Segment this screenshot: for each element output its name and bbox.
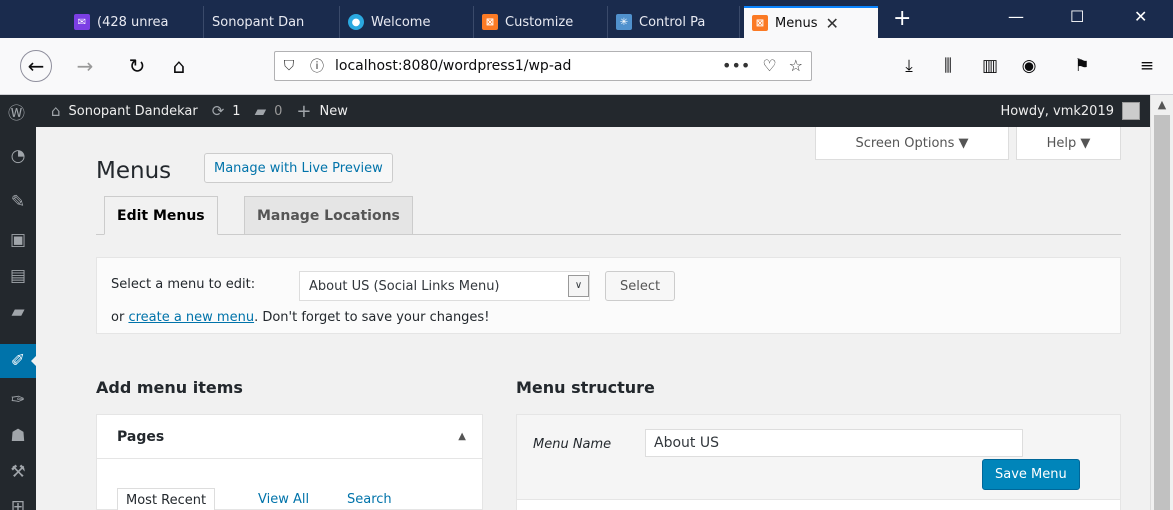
pages-accordion: Pages ▲ Most Recent View All Search bbox=[96, 414, 483, 510]
library-icon[interactable]: ⫼ bbox=[932, 50, 964, 82]
browser-tab-strip: ✉ (428 unrea Sonopant Dan ● Welcome ⊠ Cu… bbox=[0, 0, 1173, 38]
scrollbar-thumb[interactable] bbox=[1154, 115, 1170, 510]
download-icon[interactable]: ⤓ bbox=[893, 50, 925, 82]
save-menu-button[interactable]: Save Menu bbox=[982, 459, 1080, 490]
appearance-icon[interactable]: ✐ bbox=[0, 344, 37, 378]
home-icon: ⌂ bbox=[51, 102, 61, 120]
select-menu-panel: Select a menu to edit: About US (Social … bbox=[96, 257, 1121, 334]
browser-nav-bar: ← → ↻ ⌂ ⛉ ⓘ localhost:8080/wordpress1/wp… bbox=[0, 38, 1173, 95]
scroll-up-icon[interactable]: ▲ bbox=[1151, 95, 1173, 115]
close-window-icon[interactable]: ✕ bbox=[1134, 6, 1147, 28]
tab-search[interactable]: Search bbox=[347, 492, 392, 507]
tab-edit-menus[interactable]: Edit Menus bbox=[104, 196, 218, 235]
reload-icon[interactable]: ↻ bbox=[121, 50, 153, 82]
drupal-icon: ● bbox=[348, 14, 364, 30]
comments-icon[interactable]: ▰ bbox=[0, 295, 36, 329]
settings-icon[interactable]: ⊞ bbox=[0, 490, 36, 510]
tab-most-recent[interactable]: Most Recent bbox=[117, 488, 216, 510]
admin-bar-new[interactable]: + New bbox=[296, 101, 347, 122]
browser-tab-control-panel[interactable]: ✳ Control Pa bbox=[608, 6, 740, 38]
pages-title: Pages bbox=[117, 429, 165, 445]
admin-bar-updates[interactable]: ⟳ 1 bbox=[212, 102, 241, 120]
admin-bar-comments[interactable]: ▰ 0 bbox=[255, 102, 283, 120]
screen-options-button[interactable]: Screen Options ▼ bbox=[815, 127, 1009, 160]
posts-pin-icon[interactable]: ✎ bbox=[0, 185, 36, 219]
new-tab-icon[interactable]: + bbox=[893, 8, 911, 30]
page-actions-icon[interactable]: ••• bbox=[722, 56, 750, 75]
tab-manage-locations[interactable]: Manage Locations bbox=[244, 196, 413, 235]
extension-icon[interactable]: ⚑ bbox=[1066, 50, 1098, 82]
wp-admin-bar: Ⓦ ⌂ Sonopant Dandekar ⟳ 1 ▰ 0 + New Howd… bbox=[0, 95, 1150, 127]
tab-strip-left bbox=[0, 0, 66, 38]
close-tab-icon[interactable]: ✕ bbox=[825, 14, 838, 33]
address-bar[interactable]: ⛉ ⓘ localhost:8080/wordpress1/wp-ad ••• … bbox=[274, 51, 812, 81]
xampp-icon: ⊠ bbox=[482, 14, 498, 30]
browser-tab-menus[interactable]: ⊠ Menus ✕ bbox=[744, 6, 878, 38]
joomla-icon: ✳ bbox=[616, 14, 632, 30]
add-menu-items-heading: Add menu items bbox=[96, 378, 243, 397]
browser-tab-customize[interactable]: ⊠ Customize bbox=[474, 6, 608, 38]
wp-admin-side-menu: ◔ ✎ ▣ ▤ ▰ ✐ ✑ ☗ ⚒ ⊞ bbox=[0, 127, 37, 510]
page-title: Menus bbox=[96, 158, 172, 184]
browser-tab-welcome[interactable]: ● Welcome bbox=[340, 6, 474, 38]
comment-icon: ▰ bbox=[254, 102, 267, 120]
select-menu-label: Select a menu to edit: bbox=[111, 277, 256, 292]
menu-name-input[interactable]: About US bbox=[645, 429, 1023, 457]
account-icon[interactable]: ◉ bbox=[1013, 50, 1045, 82]
updates-icon: ⟳ bbox=[211, 102, 225, 120]
dashboard-icon[interactable]: ◔ bbox=[0, 139, 36, 173]
users-icon[interactable]: ☗ bbox=[0, 419, 36, 453]
admin-bar-account[interactable]: Howdy, vmk2019 bbox=[1000, 95, 1140, 127]
menu-hamburger-icon[interactable]: ≡ bbox=[1131, 50, 1163, 82]
mail-icon: ✉ bbox=[74, 14, 90, 30]
browser-tab-site[interactable]: Sonopant Dan bbox=[204, 6, 340, 38]
maximize-icon[interactable]: ☐ bbox=[1070, 6, 1084, 28]
url-text[interactable]: localhost:8080/wordpress1/wp-ad bbox=[335, 58, 665, 74]
select-button[interactable]: Select bbox=[605, 271, 676, 301]
avatar bbox=[1122, 102, 1140, 120]
wordpress-logo-icon[interactable]: Ⓦ bbox=[8, 99, 25, 124]
pages-accordion-header[interactable]: Pages ▲ bbox=[97, 415, 482, 459]
xampp-icon: ⊠ bbox=[752, 15, 768, 31]
pages-icon[interactable]: ▤ bbox=[0, 259, 36, 293]
manage-live-preview-button[interactable]: Manage with Live Preview bbox=[204, 153, 393, 183]
minimize-icon[interactable]: — bbox=[1008, 6, 1024, 28]
menu-name-label: Menu Name bbox=[533, 437, 612, 452]
tab-view-all[interactable]: View All bbox=[258, 492, 309, 507]
home-icon[interactable]: ⌂ bbox=[163, 50, 195, 82]
pocket-icon[interactable]: ♡ bbox=[762, 56, 776, 75]
menu-select-dropdown[interactable]: About US (Social Links Menu) ∨ bbox=[299, 271, 590, 301]
shield-icon[interactable]: ⛉ bbox=[275, 58, 303, 74]
help-button[interactable]: Help ▼ bbox=[1016, 127, 1121, 160]
tools-icon[interactable]: ⚒ bbox=[0, 455, 36, 489]
plugins-icon[interactable]: ✑ bbox=[0, 383, 36, 417]
media-icon[interactable]: ▣ bbox=[0, 223, 36, 257]
menu-structure-heading: Menu structure bbox=[516, 378, 655, 397]
menu-structure-panel: Menu Name About US Save Menu bbox=[516, 414, 1121, 510]
sidebar-icon[interactable]: ▥ bbox=[974, 50, 1006, 82]
info-icon[interactable]: ⓘ bbox=[303, 56, 331, 76]
admin-bar-site[interactable]: ⌂ Sonopant Dandekar bbox=[51, 102, 198, 120]
menu-structure-body bbox=[517, 499, 1120, 510]
chevron-down-icon[interactable]: ∨ bbox=[568, 275, 589, 297]
create-new-menu-link[interactable]: create a new menu bbox=[128, 310, 254, 325]
page-scrollbar[interactable]: ▲ bbox=[1150, 95, 1173, 510]
forward-arrow-icon[interactable]: → bbox=[69, 50, 101, 82]
bookmark-star-icon[interactable]: ☆ bbox=[789, 56, 803, 75]
browser-tab-gmail[interactable]: ✉ (428 unrea bbox=[66, 6, 204, 38]
caret-up-icon[interactable]: ▲ bbox=[458, 431, 466, 442]
create-menu-hint: or create a new menu. Don't forget to sa… bbox=[111, 310, 490, 325]
plus-icon: + bbox=[296, 100, 312, 122]
back-arrow-icon[interactable]: ← bbox=[20, 50, 52, 82]
